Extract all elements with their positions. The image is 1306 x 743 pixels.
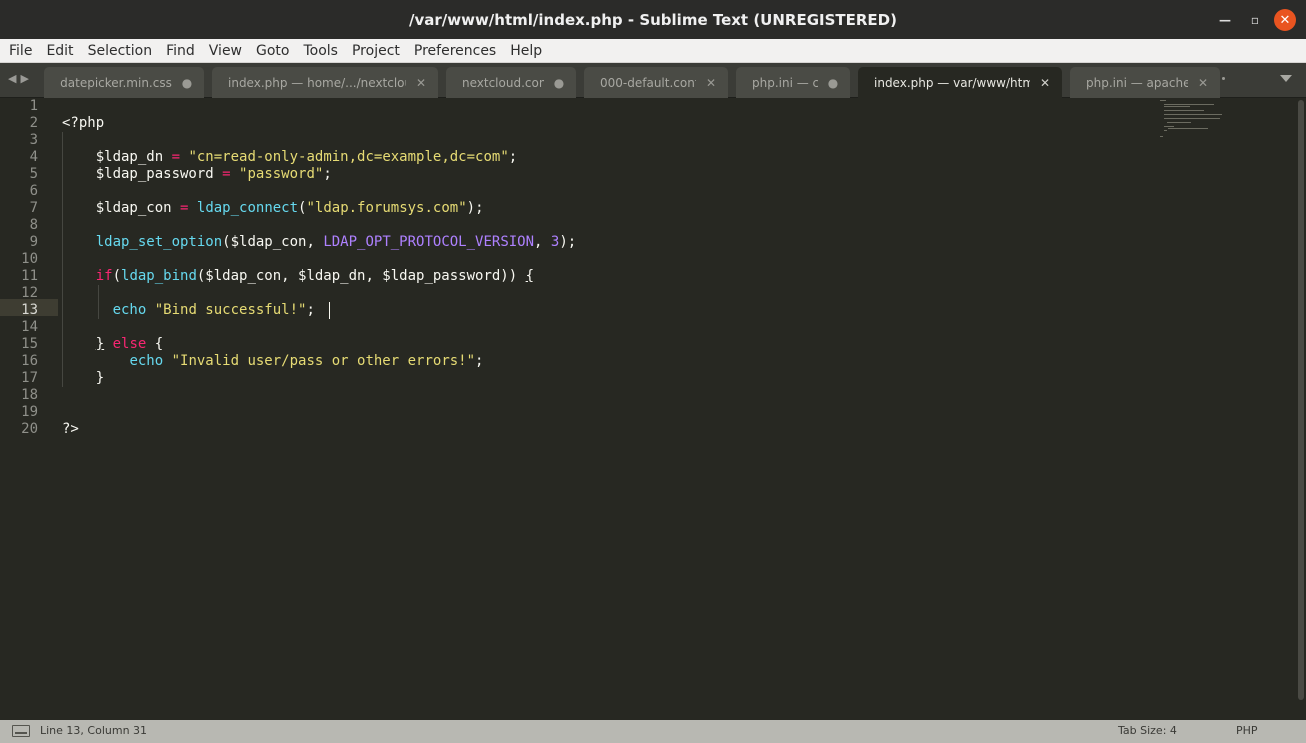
tab-datepicker-min-css[interactable]: datepicker.min.css ● — [44, 67, 204, 98]
line-number: 7 — [29, 200, 38, 216]
line-number: 18 — [21, 387, 38, 403]
menu-bar: File Edit Selection Find View Goto Tools… — [0, 39, 1306, 63]
scrollbar-thumb[interactable] — [1298, 100, 1304, 700]
tab-label: index.php — home/.../nextcloud — [228, 75, 406, 90]
tab-nav-arrows-icon[interactable]: ◀▶ — [8, 72, 33, 85]
line-number: 17 — [21, 370, 38, 386]
tab-php-ini-apache2[interactable]: php.ini — apache2 ✕ — [1070, 67, 1220, 98]
line-number: 8 — [29, 217, 38, 233]
menu-file[interactable]: File — [2, 39, 39, 63]
tab-label: nextcloud.conf — [462, 75, 544, 90]
minimap-line — [1164, 126, 1174, 127]
tab-close-icon[interactable]: ✕ — [1196, 76, 1210, 90]
menu-help[interactable]: Help — [503, 39, 549, 63]
tab-dirty-icon[interactable]: ● — [552, 76, 566, 90]
menu-edit[interactable]: Edit — [39, 39, 80, 63]
menu-selection[interactable]: Selection — [81, 39, 160, 63]
tab-more-indicator — [1222, 77, 1225, 80]
menu-find[interactable]: Find — [159, 39, 202, 63]
tab-index-php-nextcloud[interactable]: index.php — home/.../nextcloud ✕ — [212, 67, 438, 98]
tab-close-icon[interactable]: ✕ — [1038, 76, 1052, 90]
line-number: 3 — [29, 132, 38, 148]
cursor-position[interactable]: Line 13, Column 31 — [40, 724, 147, 737]
code-line: ldap_set_option($ldap_con, LDAP_OPT_PROT… — [95, 234, 577, 250]
tab-label: 000-default.conf — [600, 75, 696, 90]
code-line: } else { — [95, 336, 164, 352]
text-cursor — [329, 302, 330, 319]
minimize-icon[interactable]: — — [1214, 9, 1236, 31]
line-number: 20 — [21, 421, 38, 437]
tab-nextcloud-conf[interactable]: nextcloud.conf ● — [446, 67, 576, 98]
tab-label: php.ini — cli — [752, 75, 818, 90]
line-number: 4 — [29, 149, 38, 165]
tab-label: index.php — var/www/html — [874, 75, 1030, 90]
minimap-line — [1160, 100, 1166, 101]
menu-preferences[interactable]: Preferences — [407, 39, 503, 63]
minimap-line — [1168, 128, 1208, 129]
line-number: 15 — [21, 336, 38, 352]
tab-bar: ◀▶ datepicker.min.css ● index.php — home… — [0, 63, 1306, 98]
line-number-gutter: 1 2 3 4 5 6 7 8 9 10 11 12 13 14 15 16 1… — [0, 98, 58, 720]
line-number: 6 — [29, 183, 38, 199]
minimap-line — [1164, 110, 1204, 111]
menu-goto[interactable]: Goto — [249, 39, 296, 63]
tab-label: datepicker.min.css — [60, 75, 172, 90]
tab-size-selector[interactable]: Tab Size: 4 — [1118, 724, 1177, 737]
window-controls: — ▫ ✕ — [1214, 9, 1296, 31]
menu-tools[interactable]: Tools — [296, 39, 345, 63]
code-line: $ldap_dn = "cn=read-only-admin,dc=exampl… — [62, 149, 518, 165]
maximize-icon[interactable]: ▫ — [1244, 9, 1266, 31]
editor-area[interactable]: 1 2 3 4 5 6 7 8 9 10 11 12 13 14 15 16 1… — [0, 98, 1306, 720]
line-number: 14 — [21, 319, 38, 335]
code-line: $ldap_con = ldap_connect("ldap.forumsys.… — [62, 200, 484, 216]
tab-000-default-conf[interactable]: 000-default.conf ✕ — [584, 67, 728, 98]
minimap[interactable] — [1158, 98, 1248, 148]
tab-php-ini-cli[interactable]: php.ini — cli ● — [736, 67, 850, 98]
console-toggle-icon[interactable] — [12, 725, 30, 737]
minimap-line — [1164, 114, 1222, 115]
tab-dirty-icon[interactable]: ● — [180, 76, 194, 90]
syntax-selector[interactable]: PHP — [1236, 724, 1258, 737]
minimap-line — [1164, 130, 1167, 131]
line-number: 9 — [29, 234, 38, 250]
line-number: 2 — [29, 115, 38, 131]
line-number: 5 — [29, 166, 38, 182]
tab-overflow-chevron-down-icon[interactable] — [1280, 75, 1292, 82]
line-number: 11 — [21, 268, 38, 284]
line-number-current: 13 — [21, 302, 38, 318]
code-line: ?> — [62, 421, 79, 437]
close-icon[interactable]: ✕ — [1274, 9, 1296, 31]
tab-index-php-var-www-html[interactable]: index.php — var/www/html ✕ — [858, 67, 1062, 98]
tab-label: php.ini — apache2 — [1086, 75, 1188, 90]
status-bar: Line 13, Column 31 Tab Size: 4 PHP — [0, 720, 1306, 743]
menu-project[interactable]: Project — [345, 39, 407, 63]
line-number: 10 — [21, 251, 38, 267]
tab-close-icon[interactable]: ✕ — [704, 76, 718, 90]
line-number: 16 — [21, 353, 38, 369]
code-line: <?php — [62, 115, 105, 131]
minimap-line — [1164, 118, 1220, 119]
minimap-line — [1164, 106, 1190, 107]
line-number: 1 — [29, 98, 38, 114]
title-bar: /var/www/html/index.php - Sublime Text (… — [0, 0, 1306, 39]
tab-dirty-icon[interactable]: ● — [826, 76, 840, 90]
code-line: } — [62, 370, 105, 386]
code-line: if(ldap_bind($ldap_con, $ldap_dn, $ldap_… — [95, 268, 535, 284]
line-number: 12 — [21, 285, 38, 301]
code-line: echo "Bind successful!"; — [112, 302, 315, 318]
minimap-line — [1164, 104, 1214, 105]
minimap-line — [1167, 122, 1191, 123]
tab-close-icon[interactable]: ✕ — [414, 76, 428, 90]
window-title: /var/www/html/index.php - Sublime Text (… — [408, 10, 897, 29]
code-line: echo "Invalid user/pass or other errors!… — [129, 353, 484, 369]
code-line: $ldap_password = "password"; — [62, 166, 332, 182]
menu-view[interactable]: View — [202, 39, 249, 63]
line-number: 19 — [21, 404, 38, 420]
minimap-line — [1160, 136, 1163, 137]
vertical-scrollbar[interactable] — [1296, 98, 1306, 720]
